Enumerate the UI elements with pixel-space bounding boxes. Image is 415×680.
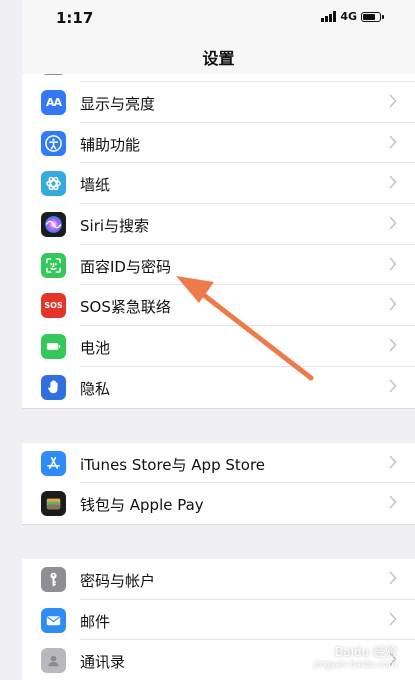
settings-row-label: 密码与帐户 — [80, 571, 156, 590]
settings-row-label: Siri与搜索 — [80, 217, 150, 236]
privacy-hand-icon — [41, 374, 66, 400]
key-icon — [41, 566, 66, 592]
settings-row[interactable]: SOS SOS紧急联络 — [22, 285, 415, 327]
chevron-right-icon — [389, 379, 397, 393]
settings-row-label: 面容ID与密码 — [80, 257, 171, 276]
wallpaper-icon — [41, 171, 66, 197]
settings-group-1: 控制中心AA显示与亮度辅助功能墙纸Siri与搜索面容ID与密码SOSSOS紧急联… — [22, 50, 415, 409]
settings-list[interactable]: 控制中心AA显示与亮度辅助功能墙纸Siri与搜索面容ID与密码SOSSOS紧急联… — [22, 50, 415, 680]
settings-row-label: 邮件 — [80, 612, 111, 631]
settings-row[interactable]: 面容ID与密码 — [22, 245, 415, 286]
battery-status-icon — [361, 11, 384, 22]
mail-icon — [41, 607, 66, 633]
settings-row[interactable]: Siri与搜索 — [22, 204, 415, 245]
chevron-right-icon — [389, 612, 397, 625]
accessibility-icon — [41, 130, 66, 156]
face-id-icon — [41, 252, 66, 278]
navigation-bar: 设置 — [22, 36, 415, 74]
display-brightness-icon: AA — [41, 90, 66, 115]
sos-icon: SOS — [41, 293, 66, 319]
settings-row[interactable]: 邮件 — [22, 600, 415, 641]
settings-group-2: iTunes Store与 App Store 钱包与 Apple Pay — [22, 442, 415, 525]
settings-row-label: 辅助功能 — [80, 135, 141, 154]
chevron-right-icon — [389, 135, 397, 148]
settings-row-label: iTunes Store与 App Store — [80, 455, 266, 474]
chevron-right-icon — [389, 257, 397, 271]
settings-row[interactable]: 隐私 — [22, 367, 415, 408]
page-title: 设置 — [202, 49, 235, 68]
settings-row-label: 钱包与 Apple Pay — [80, 496, 204, 515]
contacts-icon — [41, 648, 66, 674]
settings-row[interactable]: AA 显示与亮度 — [22, 82, 415, 123]
status-bar: 1:17 4G — [22, 0, 415, 36]
settings-row-label: SOS紧急联络 — [80, 298, 171, 317]
group-spacer — [22, 408, 415, 443]
chevron-right-icon — [389, 495, 397, 509]
settings-row-label: 显示与亮度 — [80, 95, 156, 113]
watermark-url: jingyan.baidu.com — [313, 660, 397, 670]
chevron-right-icon — [389, 338, 397, 352]
chevron-right-icon — [389, 455, 397, 468]
settings-row[interactable]: iTunes Store与 App Store — [22, 443, 415, 484]
settings-row-label: 墙纸 — [80, 176, 111, 195]
siri-icon — [41, 212, 66, 238]
status-indicators: 4G — [321, 10, 384, 23]
app-store-icon — [41, 450, 66, 476]
settings-row[interactable]: 钱包与 Apple Pay — [22, 483, 415, 524]
settings-screen: 控制中心AA显示与亮度辅助功能墙纸Siri与搜索面容ID与密码SOSSOS紧急联… — [0, 0, 415, 680]
settings-row[interactable]: 辅助功能 — [22, 123, 415, 164]
signal-icon — [321, 11, 337, 22]
chevron-right-icon — [389, 216, 397, 230]
network-type: 4G — [340, 10, 357, 23]
settings-row-label: 隐私 — [80, 379, 111, 398]
chevron-right-icon — [389, 298, 397, 311]
settings-row[interactable]: 密码与帐户 — [22, 559, 415, 600]
settings-row-label: 通讯录 — [80, 653, 126, 672]
chevron-right-icon — [389, 176, 397, 189]
settings-row[interactable]: 墙纸 — [22, 163, 415, 205]
status-time: 1:17 — [56, 9, 94, 27]
chevron-right-icon — [389, 571, 397, 585]
watermark-brand: Baidu 经验 — [335, 645, 397, 659]
settings-row[interactable]: 电池 — [22, 326, 415, 367]
battery-icon — [41, 334, 66, 360]
wallet-icon — [41, 491, 66, 517]
watermark: Baidu 经验 jingyan.baidu.com — [314, 643, 397, 670]
chevron-right-icon — [389, 94, 397, 108]
settings-row-label: 电池 — [80, 339, 111, 358]
group-spacer — [22, 524, 415, 559]
